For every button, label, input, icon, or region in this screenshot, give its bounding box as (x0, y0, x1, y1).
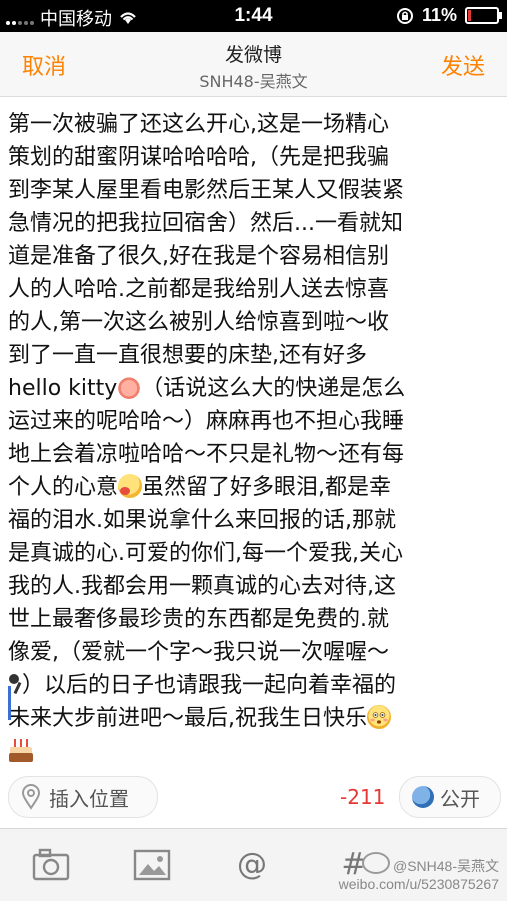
text-line: 世上最奢侈最珍贵的东西都是免费的.就 (8, 607, 389, 632)
text-line (8, 735, 498, 768)
send-button[interactable]: 发送 (441, 49, 485, 81)
camera-icon[interactable] (31, 847, 71, 883)
visibility-label: 公开 (440, 786, 480, 811)
visibility-button[interactable]: 公开 (399, 776, 501, 818)
text-segment: 个人的心意 (8, 475, 119, 500)
text-line: 我的人.我都会用一颗真诚的心去对待,这 (8, 574, 396, 599)
text-segment: ）以后的日子也请跟我一起向着幸福的 (22, 673, 397, 698)
text-line: 到了一直一直很想要的床垫,还有好多 (8, 343, 367, 368)
status-bar: 中国移动 1:44 11% (0, 0, 507, 32)
text-cursor (8, 686, 11, 720)
blush-emoji-icon (118, 474, 143, 498)
battery-icon (465, 7, 502, 24)
battery-fill (468, 10, 471, 21)
text-segment: hello kitty (8, 376, 118, 401)
text-segment: 虽然留了好多眼泪,都是幸 (142, 475, 392, 500)
text-line: 第一次被骗了还这么开心,这是一场精心 (8, 112, 389, 137)
battery-percent: 11% (421, 5, 457, 25)
insert-location-label: 插入位置 (49, 786, 129, 811)
text-line: 急情况的把我拉回宿舍）然后...一看就知 (8, 211, 403, 236)
text-segment: （话说这么大的快递是怎么 (141, 376, 406, 401)
status-right: 11% (396, 5, 502, 26)
text-segment: 未来大步前进吧～最后,祝我生日快乐 (8, 706, 367, 731)
text-line: ）以后的日子也请跟我一起向着幸福的 (8, 669, 498, 702)
text-line: 地上会着凉啦哈哈～不只是礼物～还有每 (8, 442, 405, 467)
remaining-char-count: -211 (340, 785, 386, 809)
text-line: 的人,第一次这么被别人给惊喜到啦～收 (8, 310, 389, 335)
text-line: 到李某人屋里看电影然后王某人又假装紧 (8, 178, 405, 203)
image-icon[interactable] (132, 847, 172, 883)
cake-emoji-icon (8, 735, 34, 763)
kitty-emoji-icon (117, 375, 142, 399)
post-text-area[interactable]: 第一次被骗了还这么开心,这是一场精心 策划的甜蜜阴谋哈哈哈哈,（先是把我骗 到李… (8, 108, 498, 768)
account-name: SNH48-吴燕文 (199, 72, 308, 91)
watermark-handle: @SNH48-吴燕文 (392, 858, 499, 874)
globe-icon (412, 786, 434, 808)
insert-location-button[interactable]: 插入位置 (8, 776, 158, 818)
text-line: 个人的心意 虽然留了好多眼泪,都是幸 (8, 471, 498, 504)
text-line: 策划的甜蜜阴谋哈哈哈哈,（先是把我骗 (8, 145, 389, 170)
text-line: 未来大步前进吧～最后,祝我生日快乐 (8, 702, 498, 735)
text-line: 道是准备了很久,好在我是个容易相信别 (8, 244, 389, 269)
shy-face-emoji-icon (367, 705, 391, 729)
at-icon[interactable]: @ (232, 847, 272, 883)
text-line: 是真诚的心.可爱的你们,每一个爱我,关心 (8, 541, 403, 566)
location-pin-icon (21, 784, 41, 810)
weibo-logo-icon (362, 852, 390, 874)
page-title: 发微博 (224, 44, 282, 66)
text-line: 人的人哈哈.之前都是我给别人送去惊喜 (8, 277, 389, 302)
compose-nav-bar: 取消 发微博 SNH48-吴燕文 发送 (0, 32, 507, 97)
watermark-url: weibo.com/u/5230875267 (338, 876, 499, 892)
rotation-lock-icon (396, 7, 413, 24)
text-line: 像爱,（爱就一个字～我只说一次喔喔～ (8, 640, 389, 665)
text-line: 福的泪水.如果说拿什么来回报的话,那就 (8, 508, 396, 533)
text-line: hello kitty （话说这么大的快递是怎么 (8, 372, 498, 405)
text-line: 运过来的呢哈哈～）麻麻再也不担心我睡 (8, 409, 405, 434)
